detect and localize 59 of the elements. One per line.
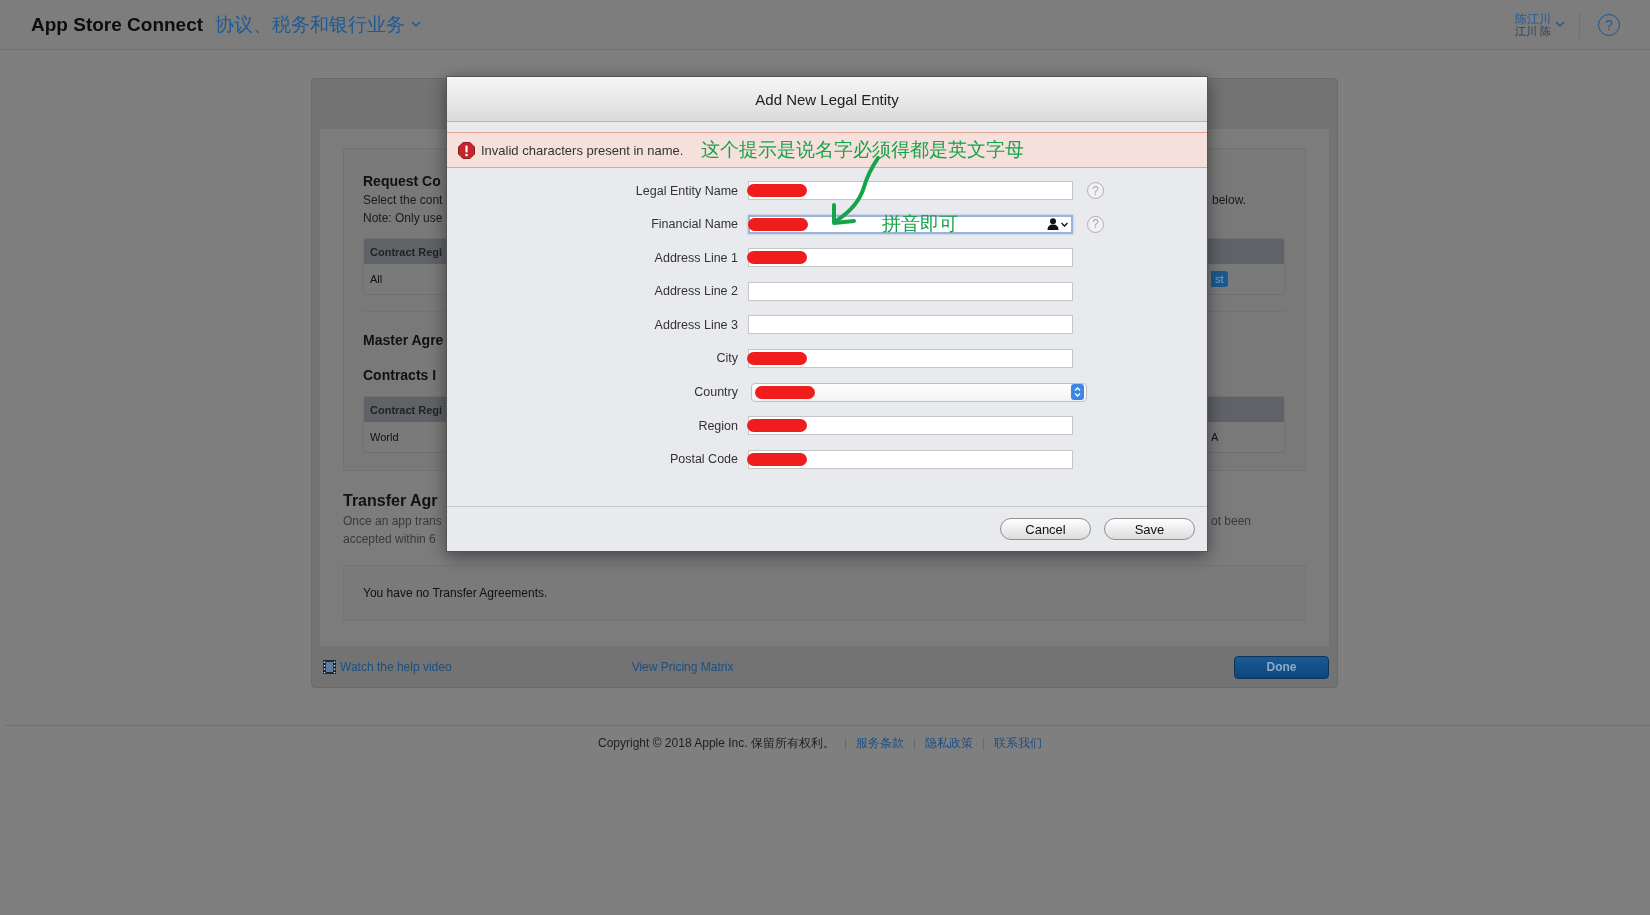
column-header: Contract Regi — [370, 403, 443, 416]
chevron-down-icon — [1555, 21, 1565, 28]
field-label: Address Line 3 — [653, 317, 738, 332]
request-button[interactable]: st — [1211, 271, 1228, 287]
app-title[interactable]: App Store Connect — [31, 13, 204, 36]
table-cell-text: World — [370, 431, 400, 443]
done-button[interactable]: Done — [1234, 655, 1329, 679]
section-heading: Master Agre — [363, 332, 445, 348]
user-menu[interactable]: 陈江川 江川 陈 — [1514, 12, 1565, 37]
error-icon — [458, 141, 475, 159]
person-icon — [1047, 218, 1069, 231]
input-field[interactable] — [748, 214, 1073, 234]
field-label: Country — [693, 385, 738, 400]
input-field[interactable] — [748, 449, 1073, 469]
country-select[interactable] — [751, 382, 1087, 402]
stepper-icon — [1071, 384, 1084, 401]
section-heading: Request Co — [363, 173, 442, 189]
footer-link[interactable]: 隐私政策 — [924, 735, 973, 752]
field-label: Financial Name — [650, 217, 738, 232]
link[interactable]: View Pricing Matrix — [631, 660, 734, 674]
field-label: Legal Entity Name — [634, 183, 738, 198]
copyright-text: Copyright © 2018 Apple Inc. 保留所有权利。 — [598, 735, 835, 752]
field-label: Postal Code — [668, 452, 738, 467]
input-field[interactable] — [748, 248, 1073, 268]
column-header: Contract Regi — [370, 245, 443, 258]
save-button[interactable]: Save — [1104, 518, 1195, 540]
input-field[interactable] — [748, 416, 1073, 436]
description-text: Select the cont — [363, 193, 444, 207]
film-icon — [323, 660, 336, 674]
description-text: below. — [1211, 193, 1248, 207]
input-field[interactable] — [748, 181, 1073, 200]
section-menu[interactable]: 协议、税务和银行业务 — [215, 11, 422, 38]
annotation-text: 拼音即可 — [882, 211, 958, 236]
input-field[interactable] — [748, 348, 1073, 368]
section-heading: Contracts I — [363, 367, 438, 383]
field-label: Address Line 2 — [653, 284, 738, 299]
empty-message: You have no Transfer Agreements. — [363, 586, 548, 600]
description-text: accepted within 6 — [343, 532, 437, 546]
dialog-title: Add New Legal Entity — [447, 77, 1207, 122]
description-text: Once an app trans — [343, 514, 443, 528]
field-label: City — [715, 351, 738, 366]
description-text: Note: Only use — [363, 211, 444, 225]
help-button[interactable]: ? — [1087, 182, 1104, 199]
table-cell-text: A — [1210, 431, 1220, 443]
chevron-down-icon — [411, 21, 422, 28]
table-cell-text: All — [370, 273, 384, 285]
section-heading: Transfer Agr — [343, 492, 439, 510]
field-label: Address Line 1 — [653, 250, 738, 265]
input-field[interactable] — [748, 315, 1073, 335]
link[interactable]: Watch the help video — [340, 660, 452, 674]
field-label: Region — [697, 418, 738, 433]
input-field[interactable] — [748, 281, 1073, 301]
annotation-text: 这个提示是说名字必须得都是英文字母 — [701, 138, 1025, 162]
footer-link[interactable]: 联系我们 — [993, 735, 1042, 752]
help-button[interactable]: ? — [1087, 215, 1104, 233]
error-message: Invalid characters present in name. — [481, 142, 684, 158]
description-text: ot been — [1210, 514, 1253, 528]
footer-link[interactable]: 服务条款 — [855, 735, 904, 752]
cancel-button[interactable]: Cancel — [1000, 518, 1091, 540]
